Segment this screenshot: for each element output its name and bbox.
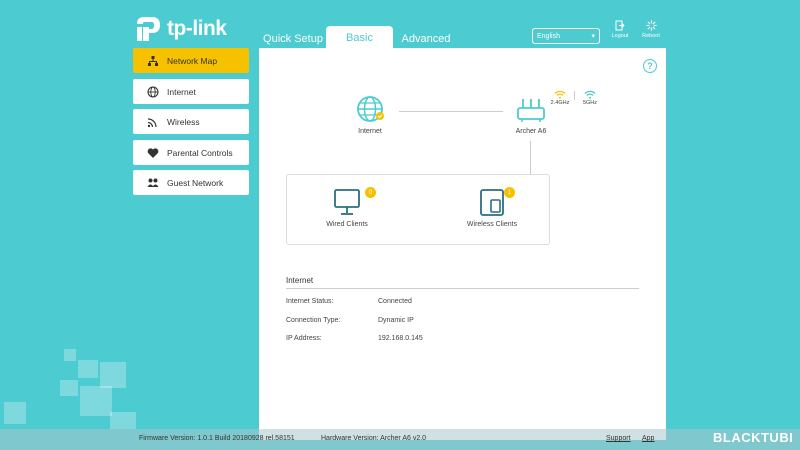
sidebar-item-wireless[interactable]: Wireless [133, 109, 249, 134]
router-node-label: Archer A6 [515, 128, 547, 135]
band-5ghz-indicator[interactable]: 5GHz [579, 90, 601, 106]
info-value: 192.168.0.145 [378, 335, 423, 342]
globe-icon [147, 85, 159, 98]
tablet-icon [480, 189, 504, 216]
wifi-5ghz-icon [584, 90, 596, 99]
info-value: Connected [378, 298, 412, 305]
logout-icon [615, 20, 625, 31]
globe-icon [357, 96, 384, 122]
network-map-icon [148, 55, 158, 66]
main-panel: ? Internet Archer A6 2.4GHz 5GHz Wired C… [259, 48, 666, 440]
sidebar-item-parental-controls[interactable]: Parental Controls [133, 140, 249, 165]
logout-label: Logout [611, 33, 629, 39]
reboot-button[interactable]: Reboot [637, 20, 665, 39]
app-link[interactable]: App [642, 435, 654, 442]
internet-node-label: Internet [358, 128, 382, 135]
info-row-internet-status: Internet Status: Connected [286, 298, 412, 305]
logout-button[interactable]: Logout [606, 20, 634, 39]
footer: Firmware Version: 1.0.1 Build 20180928 r… [0, 429, 800, 450]
decorative-block [4, 402, 26, 424]
language-select[interactable]: English ▾ [532, 28, 600, 44]
hardware-version: Hardware Version: Archer A6 v2.0 [321, 435, 427, 442]
wireless-clients-node[interactable]: Wireless Clients [459, 187, 525, 228]
sidebar-item-label: Guest Network [167, 177, 224, 188]
language-select-value: English [537, 32, 560, 40]
wifi-24ghz-icon [554, 90, 566, 99]
tab-basic[interactable]: Basic [326, 26, 393, 50]
info-row-connection-type: Connection Type: Dynamic IP [286, 317, 414, 324]
sidebar-item-label: Parental Controls [167, 147, 233, 158]
sidebar-item-label: Internet [167, 86, 196, 97]
band-divider [574, 91, 575, 100]
decorative-block [110, 412, 136, 429]
tab-quick-setup[interactable]: Quick Setup [260, 28, 326, 50]
decorative-block [78, 360, 98, 378]
support-link[interactable]: Support [606, 435, 631, 442]
wireless-icon [147, 117, 157, 127]
wireless-clients-count-badge: 1 [504, 187, 515, 198]
watermark: BLACKTUBI [713, 430, 794, 445]
router-icon [517, 99, 545, 122]
internet-section-title: Internet [286, 276, 314, 285]
info-key: Internet Status: [286, 298, 334, 305]
wireless-clients-label: Wireless Clients [466, 221, 518, 228]
wired-clients-count-badge: 0 [365, 187, 376, 198]
band-5ghz-label: 5GHz [582, 100, 598, 106]
info-key: Connection Type: [286, 317, 341, 324]
monitor-icon [334, 189, 360, 215]
firmware-version: Firmware Version: 1.0.1 Build 20180928 r… [139, 435, 295, 442]
reboot-icon [645, 20, 657, 31]
info-value: Dynamic IP [378, 317, 414, 324]
band-24ghz-label: 2.4GHz [550, 100, 570, 106]
heart-icon [147, 147, 159, 158]
info-row-ip-address: IP Address: 192.168.0.145 [286, 335, 423, 342]
help-icon[interactable]: ? [643, 59, 657, 73]
guest-icon [147, 178, 159, 187]
connection-line [399, 111, 503, 112]
sidebar-item-label: Wireless [167, 116, 200, 127]
sidebar-item-label: Network Map [167, 55, 218, 66]
wired-clients-label: Wired Clients [326, 221, 368, 228]
decorative-block [100, 362, 126, 388]
router-node[interactable]: Archer A6 [509, 94, 553, 135]
band-24ghz-indicator[interactable]: 2.4GHz [549, 90, 571, 106]
sidebar-item-internet[interactable]: Internet [133, 79, 249, 104]
internet-node[interactable]: Internet [353, 94, 387, 135]
decorative-block [80, 386, 112, 416]
tab-advanced[interactable]: Advanced [397, 28, 455, 50]
reboot-label: Reboot [642, 33, 660, 39]
decorative-block [64, 349, 76, 361]
divider [286, 288, 639, 289]
tp-link-logo-icon [137, 17, 160, 41]
decorative-block [60, 380, 78, 396]
connection-line [530, 141, 531, 174]
tp-link-logo: tp-link [133, 14, 227, 44]
logo-text: tp-link [167, 17, 227, 40]
chevron-down-icon: ▾ [591, 33, 595, 40]
info-key: IP Address: [286, 335, 322, 342]
sidebar-item-guest-network[interactable]: Guest Network [133, 170, 249, 195]
sidebar-item-network-map[interactable]: Network Map [133, 48, 249, 73]
clients-box: Wired Clients 0 Wireless Clients 1 [286, 174, 550, 245]
